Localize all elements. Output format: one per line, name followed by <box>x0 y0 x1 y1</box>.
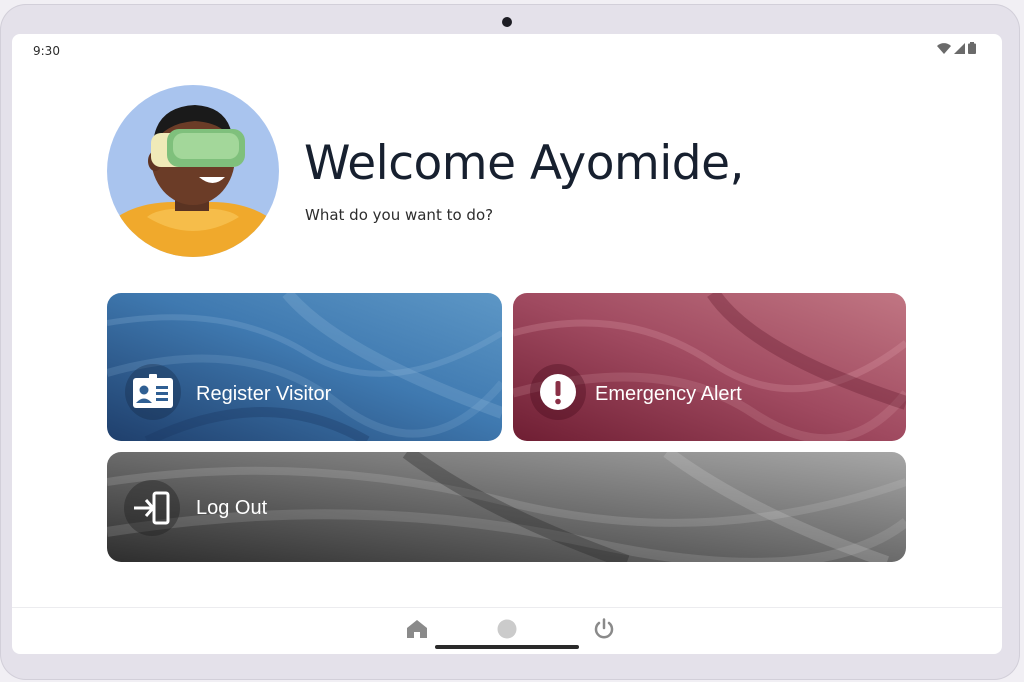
power-icon <box>594 618 614 639</box>
user-avatar <box>107 85 279 257</box>
power-button[interactable] <box>589 614 619 644</box>
wifi-icon <box>937 43 951 54</box>
id-card-icon-wrap <box>125 364 181 420</box>
logout-icon <box>134 491 170 525</box>
home-button[interactable] <box>402 614 432 644</box>
status-icons <box>937 42 976 54</box>
log-out-label: Log Out <box>196 497 268 519</box>
home-indicator[interactable] <box>435 645 579 649</box>
emergency-alert-label: Emergency Alert <box>595 383 742 405</box>
emergency-alert-button[interactable]: Emergency Alert <box>513 293 906 441</box>
register-visitor-button[interactable]: Register Visitor <box>107 293 502 441</box>
exclamation-icon <box>540 374 576 410</box>
screen: 9:30 Welcome Ayomide, What do you want t… <box>12 34 1002 654</box>
signal-icon <box>954 43 965 54</box>
status-time: 9:30 <box>33 44 60 58</box>
vr-headset-avatar-icon <box>107 85 279 257</box>
prompt-text: What do you want to do? <box>305 206 494 224</box>
front-camera <box>502 17 512 27</box>
circle-icon <box>497 619 517 639</box>
exclamation-icon-wrap <box>530 364 586 420</box>
home-icon <box>407 620 427 638</box>
welcome-heading: Welcome Ayomide, <box>304 136 745 191</box>
register-visitor-label: Register Visitor <box>196 383 332 405</box>
log-out-button[interactable]: Log Out <box>107 452 906 562</box>
nav-divider <box>12 607 1002 608</box>
battery-icon <box>968 42 976 54</box>
tablet-frame: 9:30 Welcome Ayomide, What do you want t… <box>0 4 1020 680</box>
overview-button[interactable] <box>492 614 522 644</box>
id-card-icon <box>133 374 173 408</box>
logout-icon-wrap <box>124 480 180 536</box>
